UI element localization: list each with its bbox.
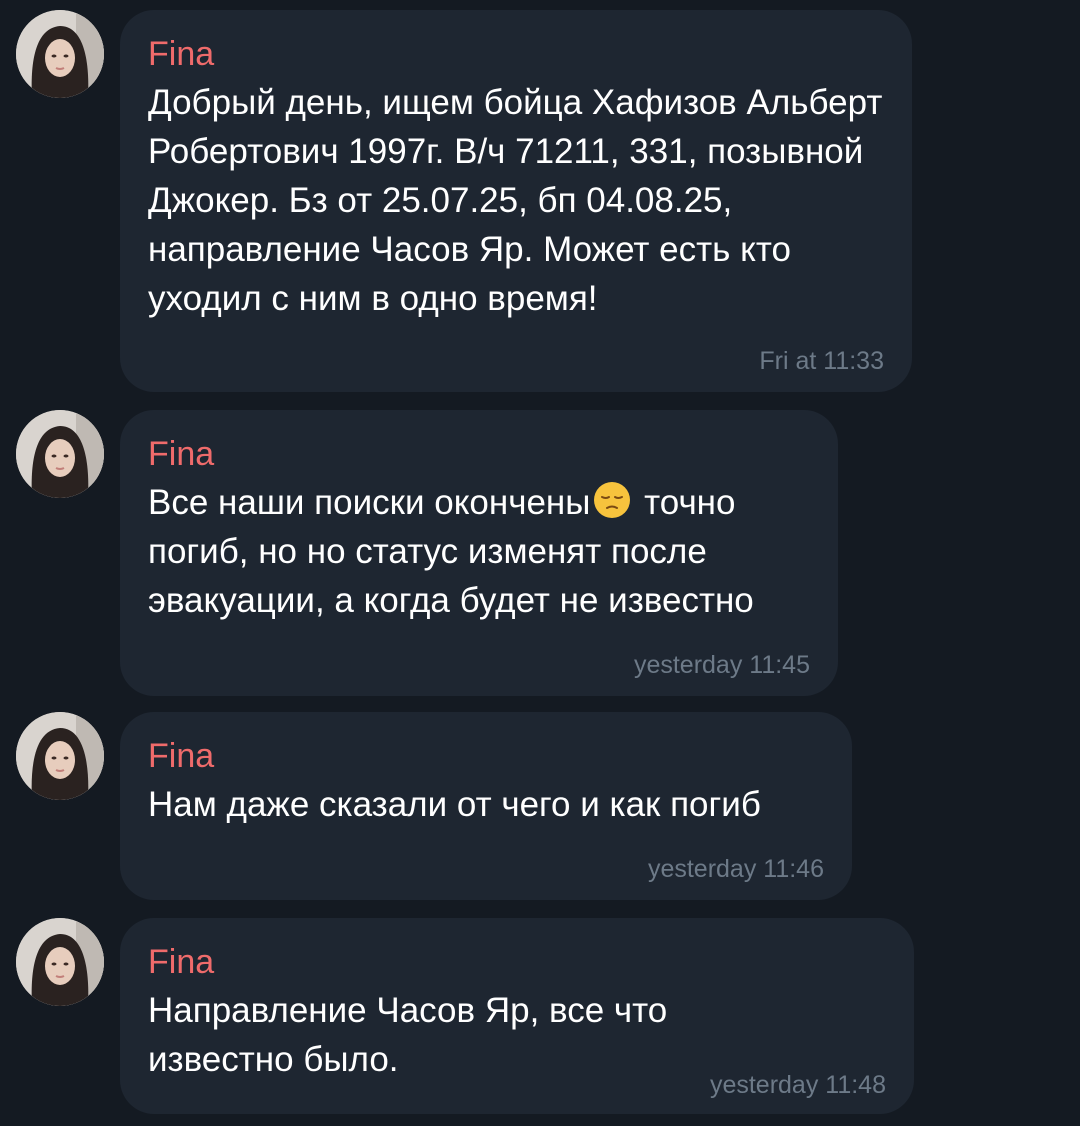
- message-text-part: Все наши поиски окончены: [148, 483, 591, 522]
- pensive-face-icon: [594, 482, 631, 518]
- sender-name[interactable]: Fina: [148, 432, 810, 476]
- message-bubble[interactable]: Fina Нам даже сказали от чего и как поги…: [120, 712, 852, 900]
- user-photo-icon: [16, 918, 104, 1006]
- sender-name[interactable]: Fina: [148, 734, 824, 778]
- avatar[interactable]: [16, 410, 104, 498]
- message-text: Все наши поиски окончены точно погиб, но…: [148, 478, 810, 625]
- avatar[interactable]: [16, 712, 104, 800]
- user-photo-icon: [16, 410, 104, 498]
- message-timestamp: Fri at 11:33: [759, 347, 884, 375]
- user-photo-icon: [16, 10, 104, 98]
- avatar[interactable]: [16, 918, 104, 1006]
- chat-history[interactable]: Fina Добрый день, ищем бойца Хафизов Аль…: [0, 0, 1080, 1126]
- message-timestamp: yesterday 11:45: [633, 651, 810, 679]
- sender-name[interactable]: Fina: [148, 32, 884, 76]
- message-bubble[interactable]: Fina Добрый день, ищем бойца Хафизов Аль…: [120, 10, 912, 392]
- message-bubble[interactable]: Fina Все наши поиски окончены точно поги…: [120, 410, 838, 696]
- avatar[interactable]: [16, 10, 104, 98]
- sender-name[interactable]: Fina: [148, 940, 886, 984]
- message-text: Нам даже сказали от чего и как погиб: [148, 785, 761, 824]
- message-timestamp: yesterday 11:46: [647, 855, 824, 883]
- message-text: Направление Часов Яр, все что известно б…: [148, 991, 677, 1079]
- user-photo-icon: [16, 712, 104, 800]
- message-bubble[interactable]: Fina Направление Часов Яр, все что извес…: [120, 918, 914, 1114]
- message-text: Добрый день, ищем бойца Хафизов Альберт …: [148, 83, 893, 318]
- message-timestamp: yesterday 11:48: [709, 1071, 886, 1099]
